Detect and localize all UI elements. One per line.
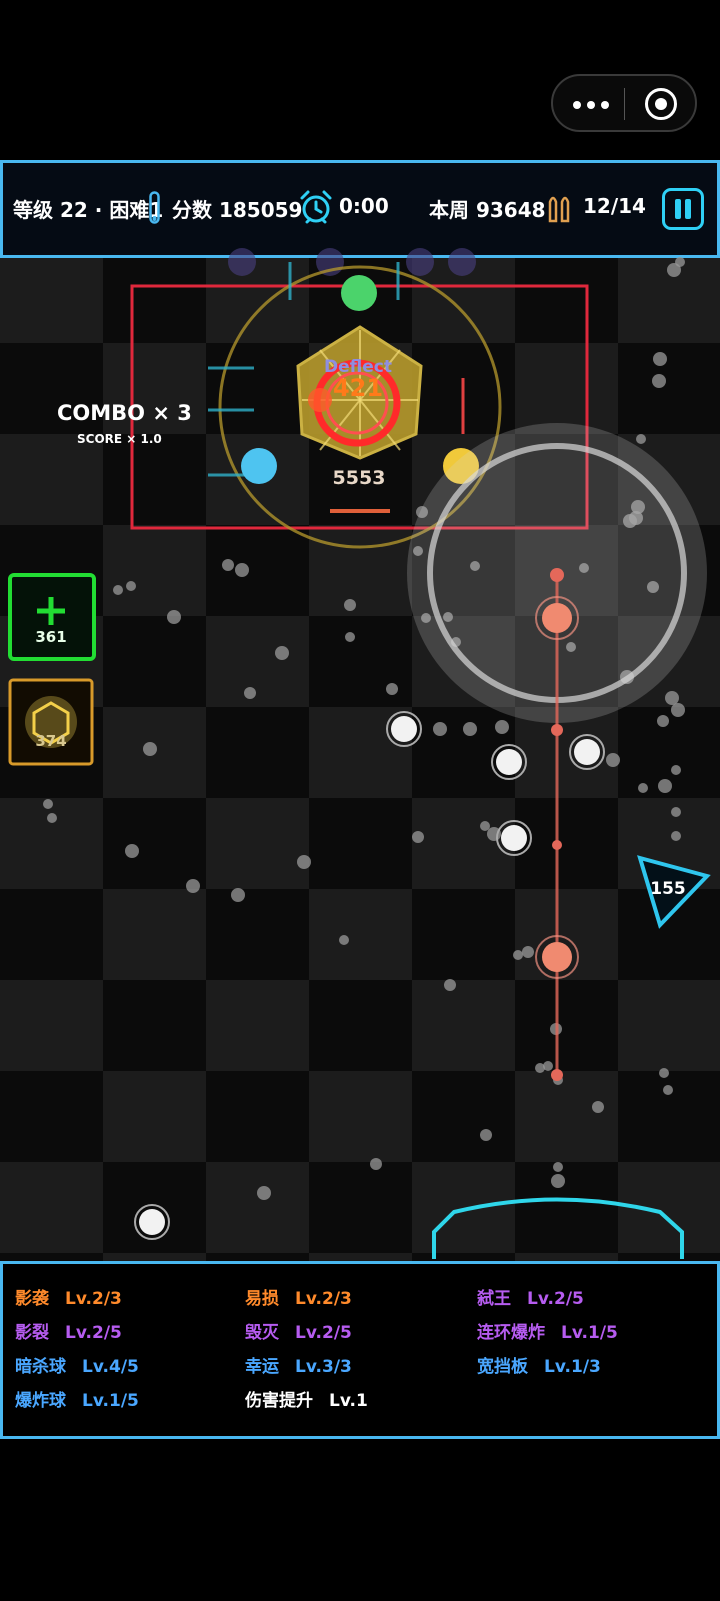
assassin-ball xyxy=(535,935,579,979)
skill-level: Lv.2/3 xyxy=(295,1289,352,1309)
powerup-heal[interactable]: 361 xyxy=(8,573,96,661)
powerup-shield[interactable]: 374 xyxy=(8,678,94,766)
skill-level: Lv.2/5 xyxy=(65,1323,122,1343)
skill-level: Lv.2/3 xyxy=(65,1289,122,1309)
skill-level: Lv.4/5 xyxy=(82,1357,139,1377)
skill-item: 伤害提升 Lv.1 xyxy=(245,1386,368,1411)
assassin-ball xyxy=(535,596,579,640)
skill-level: Lv.1/5 xyxy=(82,1391,139,1411)
orbiter-green xyxy=(341,275,377,311)
player-balls xyxy=(134,711,605,1240)
skill-level: Lv.1/5 xyxy=(561,1323,618,1343)
combo-multiplier: SCORE × 1.0 xyxy=(77,432,162,446)
skill-item: 毁灭 Lv.2/5 xyxy=(245,1318,352,1343)
enemy-row-top xyxy=(228,248,476,276)
skill-item: 连环爆炸 Lv.1/5 xyxy=(477,1318,618,1343)
skill-name: 毁灭 xyxy=(245,1323,279,1343)
shield-value: 374 xyxy=(35,732,66,750)
skill-name: 暗杀球 xyxy=(15,1357,66,1377)
skill-name: 幸运 xyxy=(245,1357,279,1377)
skill-item: 易损 Lv.2/3 xyxy=(245,1284,352,1309)
damage-number: 421 xyxy=(333,374,383,402)
skill-item: 宽挡板 Lv.1/3 xyxy=(477,1352,601,1377)
skill-level: Lv.2/5 xyxy=(527,1289,584,1309)
skill-item: 爆炸球 Lv.1/5 xyxy=(15,1386,139,1411)
skill-name: 连环爆炸 xyxy=(477,1323,545,1343)
skill-item: 影袭 Lv.2/3 xyxy=(15,1284,122,1309)
skill-level: Lv.1 xyxy=(329,1391,368,1411)
paddle[interactable] xyxy=(432,1197,684,1260)
skill-name: 伤害提升 xyxy=(245,1391,313,1411)
skill-name: 弑王 xyxy=(477,1289,511,1309)
heal-value: 361 xyxy=(35,628,66,646)
boss-hp-number: 5553 xyxy=(333,467,386,489)
skill-name: 爆炸球 xyxy=(15,1391,66,1411)
skill-name: 影袭 xyxy=(15,1289,49,1309)
skill-name: 宽挡板 xyxy=(477,1357,528,1377)
combo-label: COMBO × 3 xyxy=(57,401,192,425)
pointer-value: 155 xyxy=(650,879,686,899)
skill-name: 易损 xyxy=(245,1289,279,1309)
skill-item: 弑王 Lv.2/5 xyxy=(477,1284,584,1309)
skill-item: 暗杀球 Lv.4/5 xyxy=(15,1352,139,1377)
skill-level: Lv.2/5 xyxy=(295,1323,352,1343)
skill-name: 影裂 xyxy=(15,1323,49,1343)
skill-item: 幸运 Lv.3/3 xyxy=(245,1352,352,1377)
orbiter-blue xyxy=(241,448,277,484)
skill-item: 影裂 Lv.2/5 xyxy=(15,1318,122,1343)
skills-panel: 影袭 Lv.2/3 易损 Lv.2/3 弑王 Lv.2/5 影裂 Lv.2/5 毁灭 Lv.2/5… xyxy=(0,1261,720,1439)
skill-level: Lv.1/3 xyxy=(544,1357,601,1377)
skill-level: Lv.3/3 xyxy=(295,1357,352,1377)
